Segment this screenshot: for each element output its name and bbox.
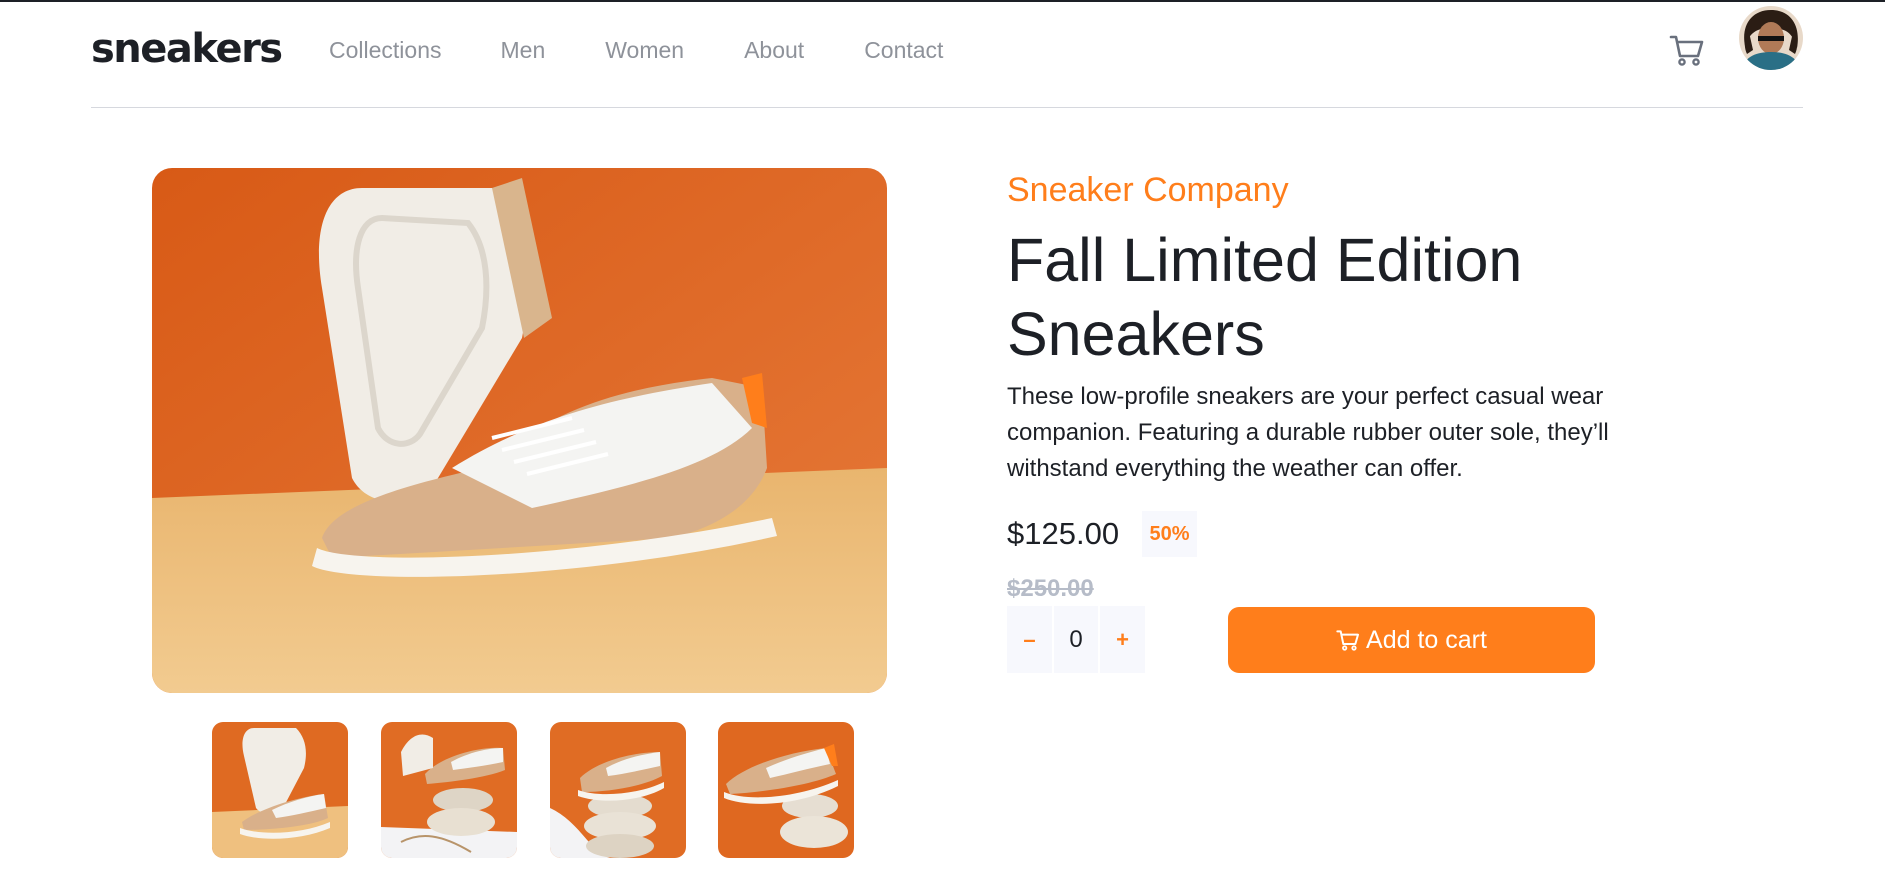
nav-link-contact[interactable]: Contact bbox=[864, 32, 943, 68]
add-to-cart-button[interactable]: Add to cart bbox=[1228, 607, 1595, 673]
thumbnail-2[interactable] bbox=[381, 722, 517, 858]
main-nav: Collections Men Women About Contact bbox=[329, 32, 1003, 68]
product-main-image[interactable] bbox=[152, 168, 887, 693]
product-title-line-1: Fall Limited Edition bbox=[1007, 226, 1523, 294]
cart-icon bbox=[1336, 630, 1360, 651]
company-name: Sneaker Company bbox=[1007, 171, 1289, 209]
thumbnail-4[interactable] bbox=[718, 722, 854, 858]
cart-icon[interactable] bbox=[1669, 32, 1705, 68]
nav-link-collections[interactable]: Collections bbox=[329, 32, 442, 68]
thumbnail-1[interactable] bbox=[212, 722, 348, 858]
product-title: Fall Limited Edition Sneakers bbox=[1007, 223, 1657, 371]
thumbnail-3[interactable] bbox=[550, 722, 686, 858]
nav-link-about[interactable]: About bbox=[744, 32, 804, 68]
decrease-quantity-button[interactable]: – bbox=[1007, 606, 1052, 673]
site-header: sneakers Collections Men Women About Con… bbox=[91, 2, 1803, 108]
product-title-line-2: Sneakers bbox=[1007, 300, 1265, 368]
product-description: These low-profile sneakers are your perf… bbox=[1007, 383, 1609, 482]
nav-link-men[interactable]: Men bbox=[501, 32, 546, 68]
add-to-cart-label: Add to cart bbox=[1366, 625, 1487, 654]
original-price: $250.00 bbox=[1007, 575, 1094, 602]
discount-badge: 50% bbox=[1142, 511, 1197, 557]
current-price: $125.00 bbox=[1007, 516, 1120, 551]
user-avatar[interactable] bbox=[1739, 6, 1803, 70]
increase-quantity-button[interactable]: + bbox=[1100, 606, 1145, 673]
quantity-stepper: – 0 + bbox=[1007, 606, 1145, 673]
nav-link-women[interactable]: Women bbox=[605, 32, 684, 68]
logo[interactable]: sneakers bbox=[91, 24, 283, 74]
quantity-value: 0 bbox=[1054, 606, 1098, 673]
